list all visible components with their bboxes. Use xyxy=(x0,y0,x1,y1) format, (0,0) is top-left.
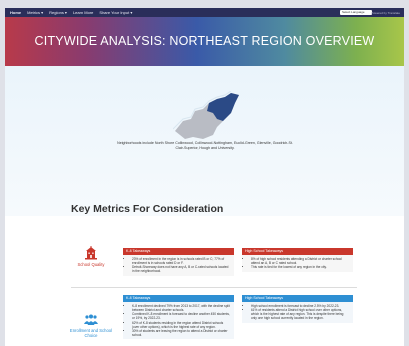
nav-share-input[interactable]: Share Your Input ▾ xyxy=(99,10,132,15)
school-building-icon xyxy=(85,246,97,260)
category-label: School Quality xyxy=(77,262,105,267)
language-caption: Powered by Translate xyxy=(370,10,400,15)
top-nav: Home Metrics ▾ Regions ▾ Learn More Shar… xyxy=(5,8,404,17)
list-item: This rate is tied for the lowest of any … xyxy=(251,265,350,269)
panel-k8-enrollment: K-8 Takeaways K-8 enrollment declined 79… xyxy=(123,295,234,340)
language-select[interactable]: Select Language xyxy=(340,10,372,15)
map-caption: Neighborhoods include North Shore Collin… xyxy=(117,141,293,150)
list-item: 62% of K-8 students residing in the regi… xyxy=(132,321,231,329)
panel-heading: K-8 Takeaways xyxy=(123,295,234,302)
panel-body: High school enrollment is forecast to de… xyxy=(242,302,353,323)
panel-heading: High School Takeaways xyxy=(242,295,353,302)
panel-heading: K-8 Takeaways xyxy=(123,248,234,255)
list-item: 23% of enrollment in the region is in sc… xyxy=(132,257,231,265)
list-item: Detroit-Shoreway does not have any A, B … xyxy=(132,265,231,273)
list-item: Combined K-8 enrollment is forecast to d… xyxy=(132,312,231,320)
panel-body: K-8 enrollment declined 79% from 2013 to… xyxy=(123,302,234,340)
browser-viewport: Home Metrics ▾ Regions ▾ Learn More Shar… xyxy=(0,0,409,346)
page-title: CITYWIDE ANALYSIS: NORTHEAST REGION OVER… xyxy=(34,34,375,48)
list-item: 61% of residents attend a District high … xyxy=(251,308,350,320)
category-label: Enrollment and School Choice xyxy=(69,328,113,338)
list-item: 8% of high school residents attending a … xyxy=(251,257,350,265)
section-title: Key Metrics For Consideration xyxy=(71,203,224,215)
list-item: 30% of students are leaving the region t… xyxy=(132,329,231,337)
nav-regions[interactable]: Regions ▾ xyxy=(49,10,67,15)
panel-hs-school-quality: High School Takeaways 8% of high school … xyxy=(242,248,353,272)
hero-banner: CITYWIDE ANALYSIS: NORTHEAST REGION OVER… xyxy=(5,17,404,66)
panel-body: 23% of enrollment in the region is in sc… xyxy=(123,255,234,276)
map-section: Neighborhoods include North Shore Collin… xyxy=(5,66,404,216)
region-map xyxy=(173,91,239,139)
nav-home[interactable]: Home xyxy=(10,10,21,15)
panel-hs-enrollment: High School Takeaways High school enroll… xyxy=(242,295,353,323)
category-school-quality: School Quality xyxy=(67,246,115,267)
panel-k8-school-quality: K-8 Takeaways 23% of enrollment in the r… xyxy=(123,248,234,276)
people-group-icon xyxy=(84,314,98,325)
category-enrollment: Enrollment and School Choice xyxy=(67,314,115,338)
list-item: K-8 enrollment declined 79% from 2013 to… xyxy=(132,304,231,312)
divider xyxy=(71,287,357,288)
nav-metrics[interactable]: Metrics ▾ xyxy=(27,10,43,15)
panel-heading: High School Takeaways xyxy=(242,248,353,255)
panel-body: 8% of high school residents attending a … xyxy=(242,255,353,272)
page: Home Metrics ▾ Regions ▾ Learn More Shar… xyxy=(5,8,404,346)
nav-learn-more[interactable]: Learn More xyxy=(73,10,93,15)
